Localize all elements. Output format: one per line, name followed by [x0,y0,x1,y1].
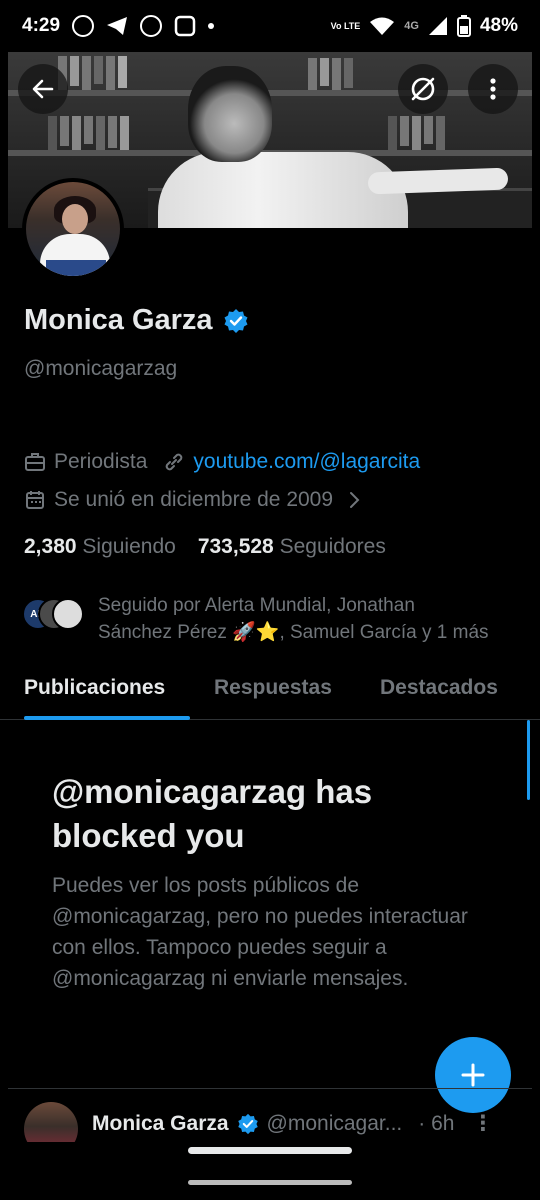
notification-icon [174,15,196,37]
profile-joined-date: Se unió en diciembre de 2009 [54,488,334,511]
post-author-name[interactable]: Monica Garza [92,1112,229,1136]
network-type: 4G [404,20,419,32]
post-item[interactable]: Monica Garza @monicagar... · 6h ⋮ [24,1102,524,1142]
telegram-icon [107,17,128,35]
back-button[interactable] [18,64,68,114]
profile-name-row: Monica Garza [24,304,249,337]
blocked-title: @monicagarzag has blocked you [52,773,373,854]
divider [8,1088,532,1089]
battery-icon [456,15,471,37]
tab-label: Publicaciones [24,676,166,699]
profile-joined-row[interactable]: Se unió en diciembre de 2009 [24,488,361,512]
tab-label: Destacados [380,676,498,699]
signal-icon [428,17,447,35]
profile-handle: @monicagarzag [24,357,178,380]
verified-badge-icon[interactable] [223,308,249,334]
refresh-button[interactable] [398,64,448,114]
wifi-icon [370,17,395,35]
app-icon [140,15,163,37]
calendar-icon [26,491,44,509]
briefcase-icon [25,453,45,471]
status-bar: 4:29 Vo LTE 4G 48% [0,0,540,52]
tab-destacados[interactable]: Destacados [356,664,540,720]
active-tab-indicator [24,716,190,720]
followers-count: 733,528 [197,535,274,558]
volte-badge: Vo LTE [330,21,361,31]
follow-counts: 2,380 Siguiendo 733,528 Seguidores [24,535,386,559]
link-icon [166,453,183,471]
arrow-left-icon [32,79,54,99]
verified-badge-icon [237,1113,258,1134]
more-notifications-dot [208,23,215,29]
whatsapp-icon [72,15,95,37]
following-label: Siguiendo [82,535,176,558]
plus-icon [461,1063,485,1087]
chevron-right-icon [350,492,360,508]
battery-percent: 48% [479,15,518,36]
post-more-button[interactable]: ⋮ [472,1111,493,1136]
post-avatar[interactable] [24,1102,78,1142]
profile-tabs: Publicaciones Respuestas Destacados [0,664,540,720]
gesture-bar-secondary [188,1180,352,1185]
following-link[interactable]: 2,380 Siguiendo [24,535,176,559]
profile-occupation: Periodista [54,450,148,473]
post-author-handle: @monicagar... [266,1111,403,1135]
profile-avatar[interactable] [22,178,124,280]
profile-website-link[interactable]: youtube.com/@lagarcita [193,450,420,474]
profile-name: Monica Garza [24,304,213,336]
vertical-dots-icon [490,78,496,100]
profile-meta-occupation: Periodista youtube.com/@lagarcita [24,450,420,474]
following-count: 2,380 [24,535,77,558]
status-time: 4:29 [22,15,61,36]
follower-avatar [52,598,84,630]
followed-by-line: Seguido por Alerta Mundial, Jonathan [98,595,415,616]
followed-by-row[interactable]: AM Seguido por Alerta Mundial, Jonathan … [22,592,522,646]
tab-respuestas[interactable]: Respuestas [190,664,356,720]
slashed-circle-icon [411,77,435,101]
followed-by-avatars: AM [22,598,84,632]
post-timestamp: · 6h [418,1111,455,1135]
tab-publicaciones[interactable]: Publicaciones [0,664,190,720]
post-header: Monica Garza @monicagar... · 6h ⋮ [92,1105,493,1142]
tab-label: Respuestas [214,676,332,699]
scroll-indicator[interactable] [527,720,530,800]
followed-by-line: Sánchez Pérez 🚀⭐, Samuel García y 1 más [98,622,489,643]
followed-by-text: Seguido por Alerta Mundial, Jonathan Sán… [98,592,489,646]
followers-link[interactable]: 733,528 Seguidores [198,535,386,559]
more-options-button[interactable] [468,64,518,114]
gesture-bar[interactable] [188,1147,352,1154]
followers-label: Seguidores [279,535,386,558]
blocked-body: Puedes ver los posts públicos de @monica… [52,874,468,990]
